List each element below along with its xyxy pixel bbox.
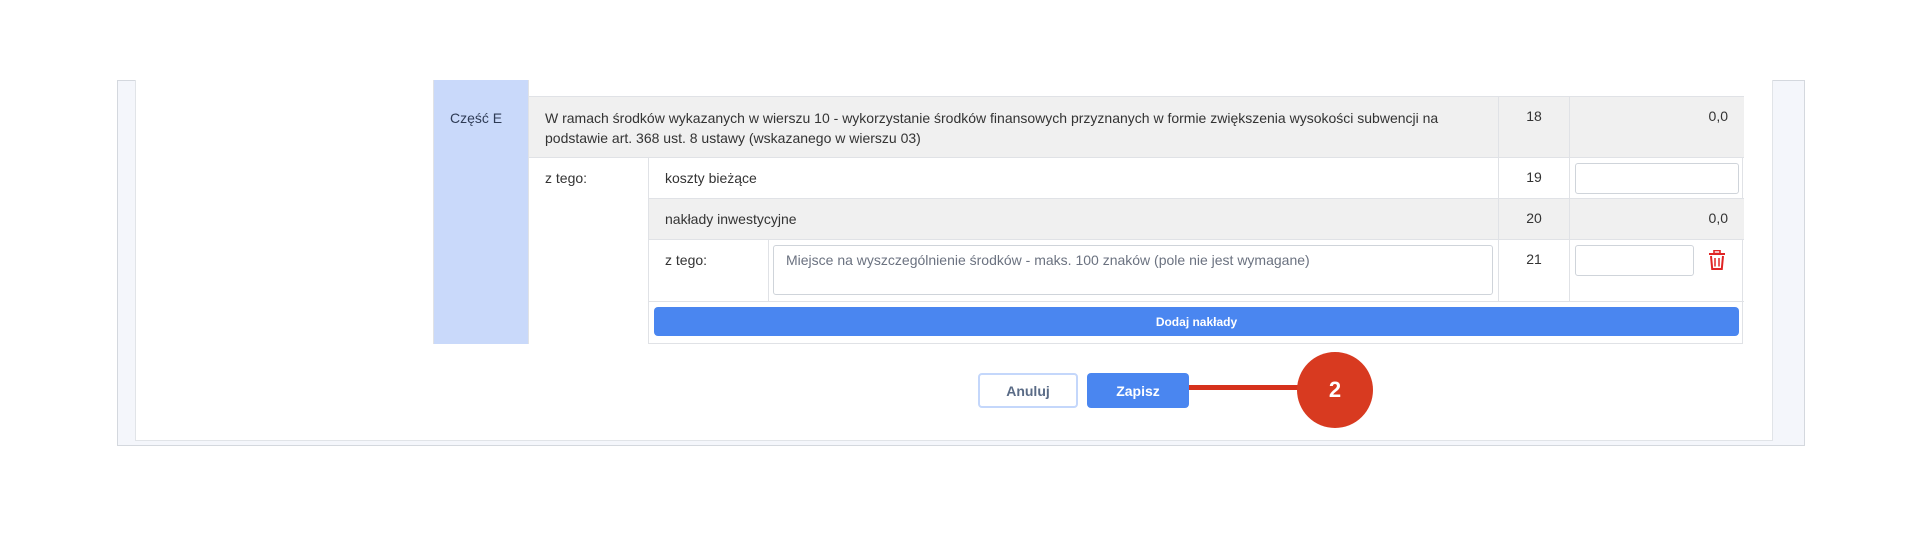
- row-number-19: 19: [1498, 157, 1569, 198]
- annotation-badge: 2: [1297, 352, 1373, 428]
- investment-detail-textarea[interactable]: Miejsce na wyszczególnienie środków - ma…: [773, 245, 1493, 295]
- of-which-label: z tego:: [528, 157, 648, 344]
- current-costs-label: koszty bieżące: [648, 157, 1498, 198]
- trash-icon[interactable]: [1708, 250, 1726, 270]
- investment-label: nakłady inwestycyjne: [648, 198, 1498, 239]
- row-number-18: 18: [1498, 96, 1569, 157]
- investment-of-which-label: z tego:: [648, 239, 768, 301]
- investment-detail-value-cell: [1569, 239, 1744, 301]
- add-row: Dodaj nakłady: [648, 301, 1744, 344]
- cancel-button[interactable]: Anuluj: [978, 373, 1078, 408]
- add-expenditure-button[interactable]: Dodaj nakłady: [654, 307, 1739, 336]
- save-button[interactable]: Zapisz: [1087, 373, 1189, 408]
- current-costs-input[interactable]: [1575, 163, 1739, 194]
- annotation-connector: [1189, 385, 1299, 390]
- part-label: Część E: [434, 80, 528, 344]
- main-row-description: W ramach środków wykazanych w wierszu 10…: [528, 96, 1498, 157]
- current-costs-cell: [1569, 157, 1744, 198]
- row-number-21: 21: [1498, 239, 1569, 301]
- main-row-value: 0,0: [1569, 96, 1744, 157]
- investment-detail-cell: Miejsce na wyszczególnienie środków - ma…: [768, 239, 1498, 301]
- table-top-strip: [528, 80, 1744, 96]
- data-table: Część E W ramach środków wykazanych w wi…: [433, 80, 1744, 344]
- investment-value: 0,0: [1569, 198, 1744, 239]
- investment-detail-input[interactable]: [1575, 245, 1694, 276]
- row-number-20: 20: [1498, 198, 1569, 239]
